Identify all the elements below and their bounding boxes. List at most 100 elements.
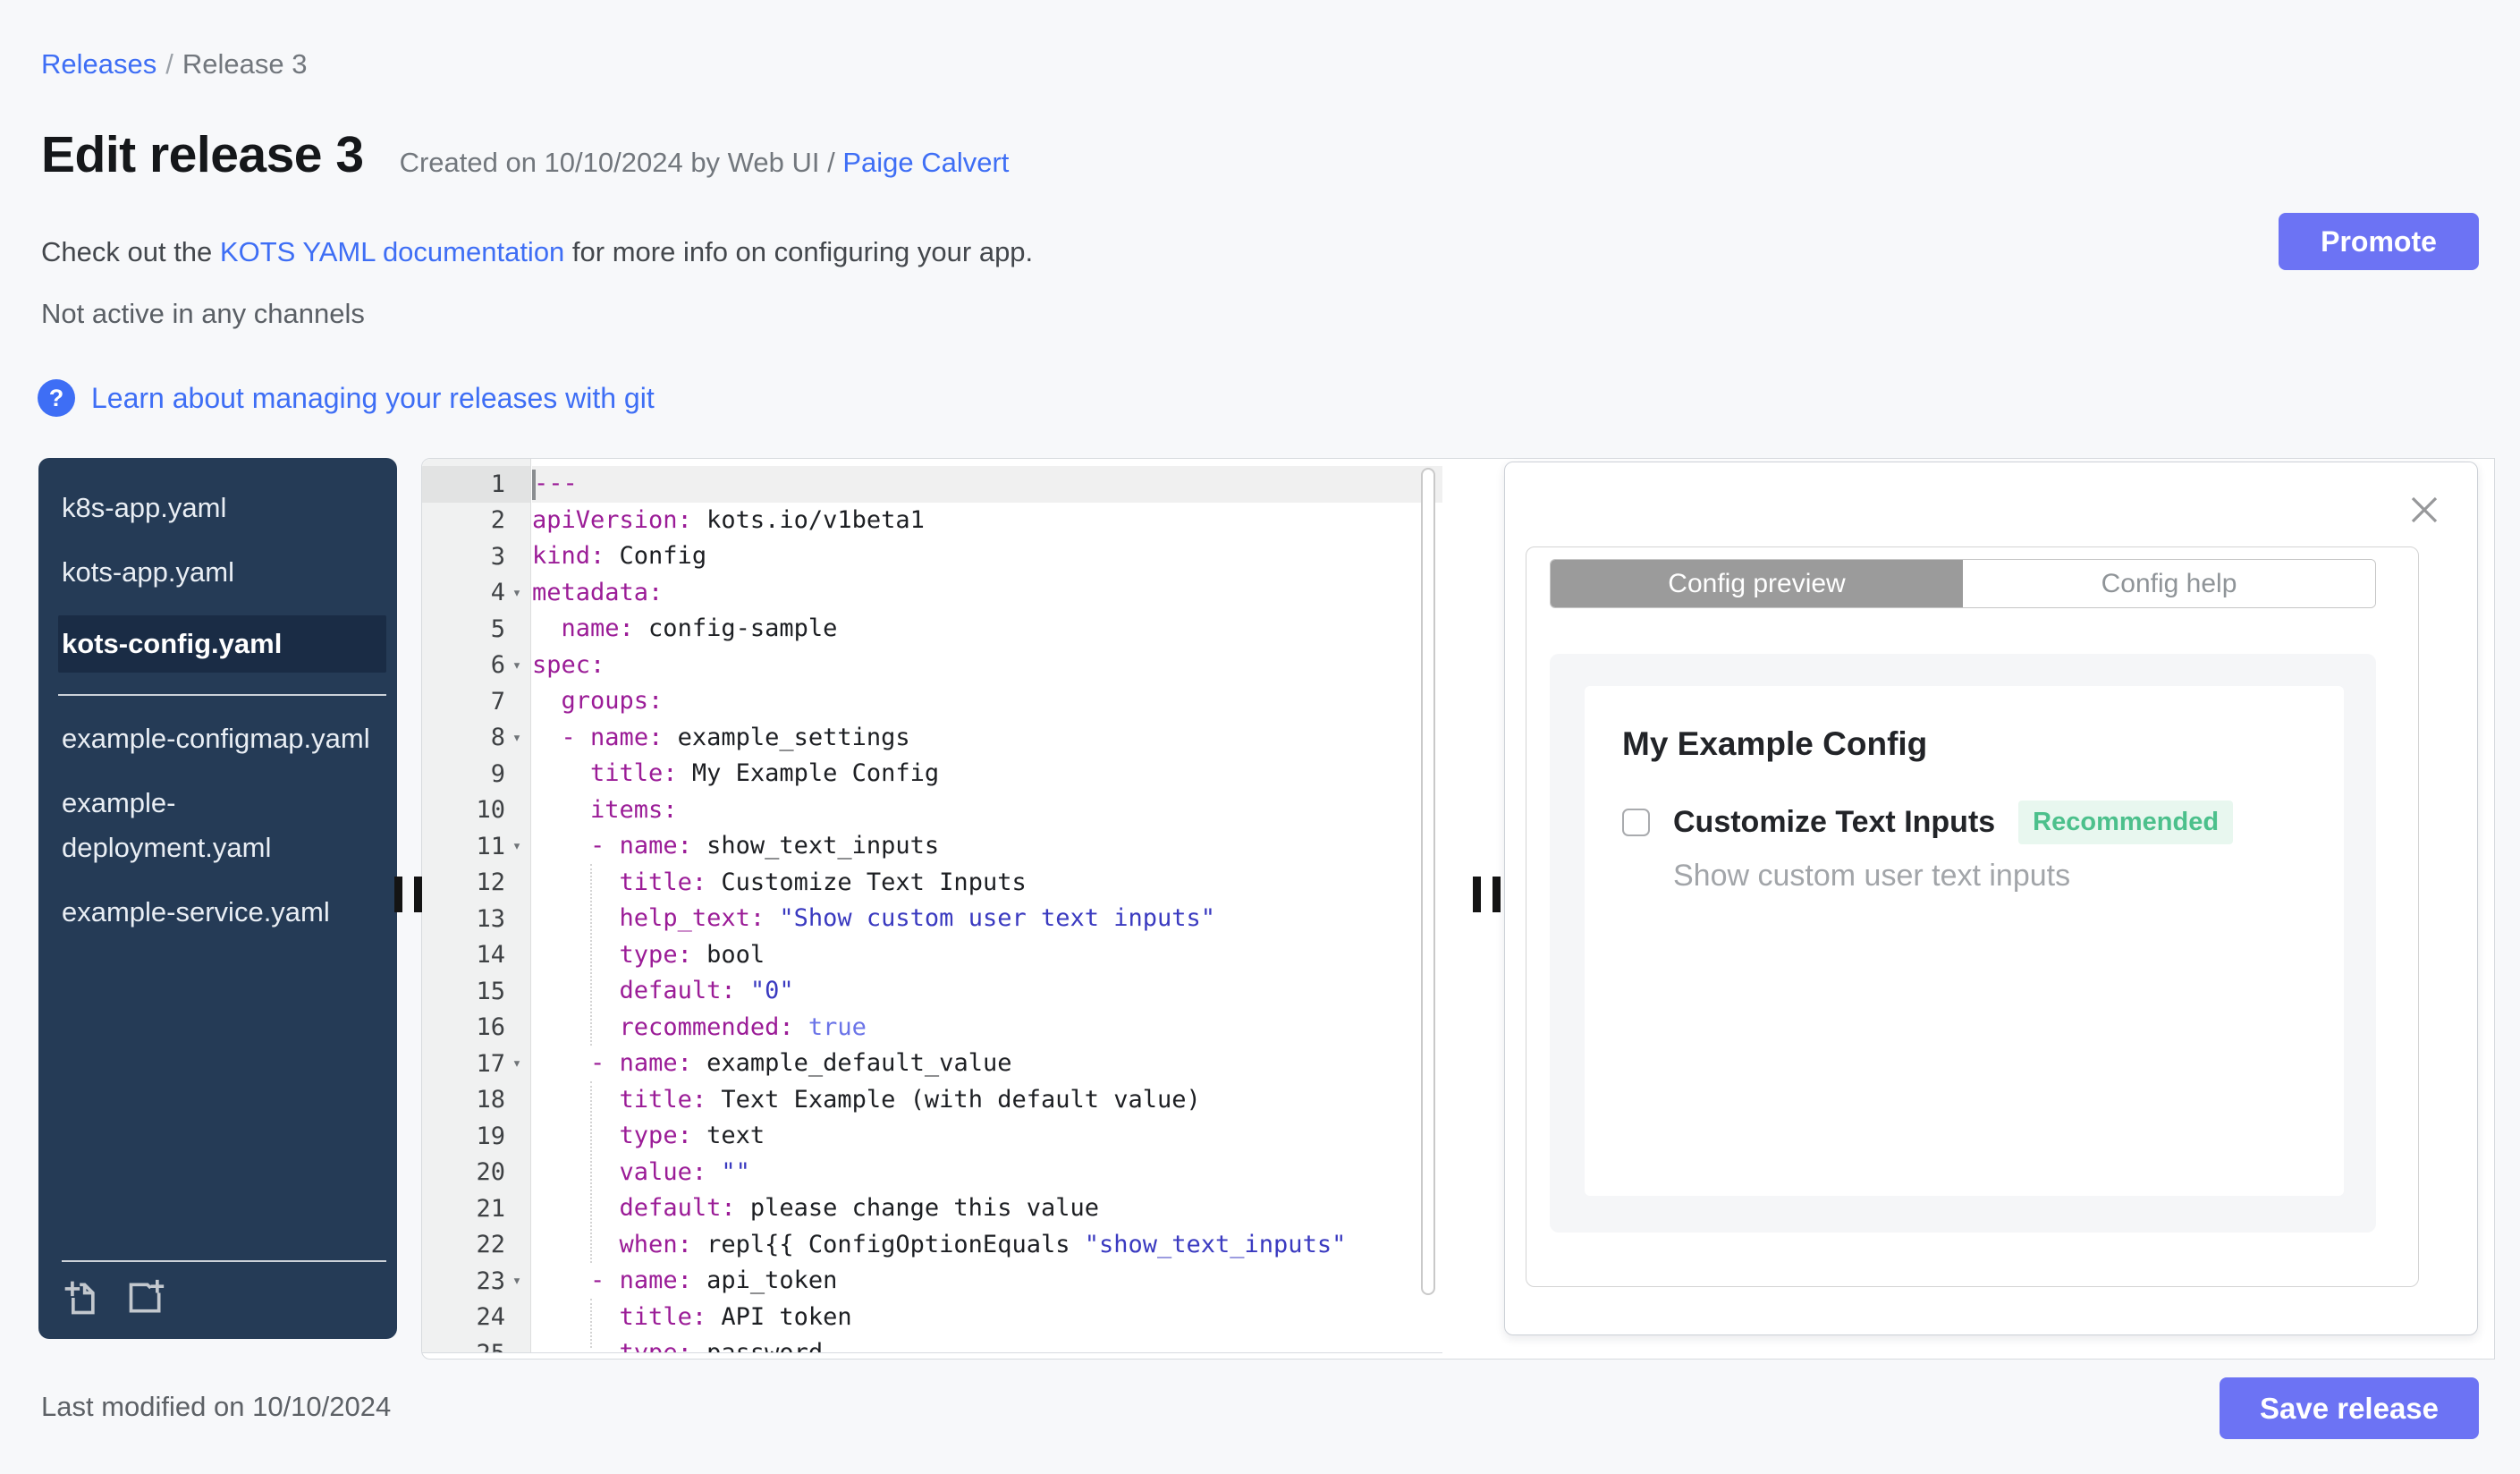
code-line[interactable]: apiVersion: kots.io/v1beta1 bbox=[532, 503, 1442, 539]
code-line[interactable]: items: bbox=[532, 792, 1442, 829]
resize-bar bbox=[1493, 877, 1501, 912]
tab-config-help[interactable]: Config help bbox=[1963, 560, 2375, 607]
code-token: name: bbox=[619, 832, 692, 860]
line-number-text: 14 bbox=[476, 941, 505, 970]
sidebar-file-kots-config.yaml[interactable]: kots-config.yaml bbox=[58, 615, 386, 673]
line-number: 24 bbox=[422, 1300, 530, 1336]
breadcrumb-current: Release 3 bbox=[182, 48, 308, 80]
author-link[interactable]: Paige Calvert bbox=[842, 147, 1009, 178]
code-token: My Example Config bbox=[677, 759, 940, 787]
code-line[interactable]: metadata: bbox=[532, 575, 1442, 612]
line-number-text: 8 bbox=[490, 724, 505, 752]
code-line[interactable]: spec: bbox=[532, 648, 1442, 684]
git-help-link[interactable]: ? Learn about managing your releases wit… bbox=[38, 379, 655, 417]
sidebar-file-k8s-app.yaml[interactable]: k8s-app.yaml bbox=[38, 476, 397, 540]
yaml-editor[interactable]: 1 2 3 4 ▾ 5 6 ▾ 7 8 ▾ 9 10 11 ▾ 12 13 14 15 16 17 ▾ 18 19 20 21 22… bbox=[422, 459, 1442, 1353]
line-number: 15 bbox=[422, 973, 530, 1010]
code-token: items: bbox=[590, 795, 678, 824]
sidebar-editor-resize-handle[interactable] bbox=[394, 877, 422, 912]
customize-text-inputs-checkbox[interactable] bbox=[1622, 809, 1650, 836]
code-line[interactable]: groups: bbox=[532, 683, 1442, 720]
new-folder-button[interactable] bbox=[126, 1278, 165, 1317]
channel-status: Not active in any channels bbox=[41, 298, 365, 329]
code-line[interactable]: --- bbox=[532, 466, 1442, 503]
fold-arrow-icon[interactable]: ▾ bbox=[505, 657, 529, 674]
code-line[interactable]: when: repl{{ ConfigOptionEquals "show_te… bbox=[532, 1227, 1442, 1264]
sidebar-file-example-service.yaml[interactable]: example-service.yaml bbox=[38, 880, 397, 945]
code-token: show_text_inputs bbox=[691, 832, 940, 860]
code-line[interactable]: default: please change this value bbox=[532, 1190, 1442, 1227]
sidebar-footer bbox=[62, 1260, 386, 1317]
fold-arrow-icon[interactable]: ▾ bbox=[505, 729, 529, 747]
line-number: 17 ▾ bbox=[422, 1046, 530, 1082]
code-line[interactable]: - name: example_default_value bbox=[532, 1046, 1442, 1082]
line-number: 10 bbox=[422, 792, 530, 829]
code-line[interactable]: default: "0" bbox=[532, 973, 1442, 1010]
code-line[interactable]: type: bool bbox=[532, 937, 1442, 974]
code-token: example_settings bbox=[663, 723, 910, 751]
line-number: 8 ▾ bbox=[422, 720, 530, 757]
line-number-text: 5 bbox=[490, 614, 505, 643]
code-line[interactable]: type: text bbox=[532, 1118, 1442, 1155]
editor-preview-resize-handle[interactable] bbox=[1473, 877, 1501, 912]
fold-arrow-icon[interactable]: ▾ bbox=[505, 584, 529, 602]
close-panel-button[interactable] bbox=[2407, 493, 2441, 527]
new-file-button[interactable] bbox=[62, 1278, 101, 1317]
line-number: 12 bbox=[422, 865, 530, 902]
fold-arrow-icon[interactable]: ▾ bbox=[505, 1272, 529, 1290]
fold-arrow-icon[interactable]: ▾ bbox=[505, 837, 529, 855]
line-number-text: 3 bbox=[490, 542, 505, 571]
code-token: name: bbox=[561, 614, 634, 642]
line-number-text: 21 bbox=[476, 1194, 505, 1223]
line-number-text: 10 bbox=[476, 796, 505, 825]
code-line[interactable]: title: API token bbox=[532, 1300, 1442, 1336]
code-line[interactable]: title: My Example Config bbox=[532, 756, 1442, 792]
edit-release-page: Releases / Release 3 Edit release 3 Create… bbox=[0, 0, 2520, 1474]
tab-config-preview[interactable]: Config preview bbox=[1551, 560, 1963, 607]
code-line[interactable]: value: "" bbox=[532, 1155, 1442, 1191]
save-release-button[interactable]: Save release bbox=[2220, 1377, 2479, 1439]
config-preview-panel: Config preview Config help My Example Con… bbox=[1504, 462, 2478, 1335]
line-number-text: 17 bbox=[476, 1049, 505, 1078]
preview-content-card: My Example Config Customize Text Inputs … bbox=[1585, 686, 2344, 1196]
code-line[interactable]: title: Text Example (with default value) bbox=[532, 1082, 1442, 1119]
code-line[interactable]: kind: Config bbox=[532, 538, 1442, 575]
indent-guide bbox=[590, 864, 592, 1046]
code-line[interactable]: name: config-sample bbox=[532, 611, 1442, 648]
fold-arrow-icon[interactable]: ▾ bbox=[505, 1055, 529, 1072]
config-item-title: Customize Text Inputs bbox=[1673, 805, 1996, 839]
sidebar-file-example-configmap.yaml[interactable]: example-configmap.yaml bbox=[38, 707, 397, 771]
code-token: when: bbox=[619, 1230, 692, 1258]
config-item-help-text: Show custom user text inputs bbox=[1673, 859, 2071, 893]
editor-code[interactable]: --- apiVersion: kots.io/v1beta1 kind: Conf… bbox=[532, 459, 1442, 1352]
kots-yaml-docs-link[interactable]: KOTS YAML documentation bbox=[220, 236, 564, 267]
code-line[interactable]: - name: example_settings bbox=[532, 720, 1442, 757]
code-token: Text Example (with default value) bbox=[706, 1085, 1201, 1114]
config-tabs: Config preview Config help bbox=[1550, 559, 2376, 608]
code-line[interactable]: - name: api_token bbox=[532, 1263, 1442, 1300]
promote-button[interactable]: Promote bbox=[2279, 213, 2479, 270]
code-token: type: bbox=[619, 1122, 692, 1149]
code-token: api_token bbox=[691, 1266, 838, 1294]
code-line[interactable]: type: password bbox=[532, 1335, 1442, 1352]
editor-scrollbar[interactable] bbox=[1421, 468, 1435, 1295]
code-line[interactable]: - name: show_text_inputs bbox=[532, 828, 1442, 865]
line-number: 1 bbox=[422, 466, 530, 503]
code-token: "show_text_inputs" bbox=[1084, 1230, 1347, 1258]
line-number-text: 6 bbox=[490, 651, 505, 680]
sidebar-file-example-deployment.yaml[interactable]: example-deployment.yaml bbox=[38, 771, 397, 880]
code-line[interactable]: help_text: "Show custom user text inputs… bbox=[532, 901, 1442, 937]
line-number-text: 12 bbox=[476, 868, 505, 897]
sidebar-file-kots-app.yaml[interactable]: kots-app.yaml bbox=[38, 540, 397, 605]
code-line[interactable]: title: Customize Text Inputs bbox=[532, 865, 1442, 902]
file-list-divider bbox=[58, 694, 386, 696]
code-token: please change this value bbox=[735, 1194, 1099, 1222]
code-line[interactable]: recommended: true bbox=[532, 1010, 1442, 1046]
code-token: value: bbox=[619, 1157, 707, 1186]
line-number-text: 15 bbox=[476, 977, 505, 1005]
breadcrumb-releases-link[interactable]: Releases bbox=[41, 48, 156, 80]
